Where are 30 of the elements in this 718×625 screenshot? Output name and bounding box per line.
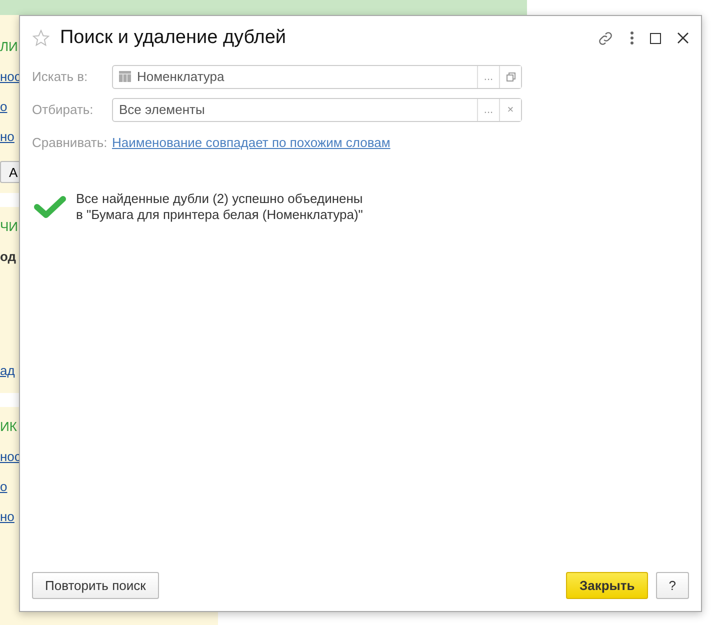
field-label: Отбирать: (32, 102, 94, 117)
background-text: ИК (0, 418, 17, 436)
input-field[interactable]: Номенклатура ... (112, 64, 522, 88)
field-value: Все элементы (119, 102, 205, 117)
more-icon[interactable] (630, 31, 634, 45)
open-window-icon (506, 72, 516, 82)
field-label: Сравнивать: (32, 135, 108, 150)
background-text: ЛИ (0, 38, 18, 56)
result-message: Все найденные дубли (2) успешно объединены в "Бумага для принтера белая (Номенклатура)" (76, 191, 363, 223)
star-icon[interactable] (32, 29, 50, 47)
field-label: Искать в: (32, 69, 89, 84)
checkmark-icon (34, 195, 66, 219)
background-link[interactable]: но (0, 507, 14, 537)
background-link[interactable]: но (0, 127, 14, 157)
open-button[interactable] (499, 66, 521, 88)
background-link[interactable]: о (0, 97, 8, 127)
help-button[interactable]: ? (656, 572, 689, 599)
repeat-search-button[interactable]: Повторить поиск (32, 572, 159, 599)
table-icon (119, 71, 131, 82)
background-link[interactable]: ад (0, 361, 15, 391)
field-value: Номенклатура (137, 69, 224, 84)
background-link[interactable]: о (0, 477, 8, 507)
compare-link[interactable]: Наименование совпадает по похожим словам (112, 135, 390, 150)
close-icon[interactable] (677, 32, 689, 44)
background-text: ЧИ (0, 218, 18, 236)
close-button[interactable]: Закрыть (566, 572, 648, 599)
maximize-icon[interactable] (650, 32, 661, 44)
link-icon[interactable] (597, 30, 614, 46)
window-title: Поиск и удаление дублей (60, 27, 288, 49)
background-text: од (0, 248, 16, 266)
